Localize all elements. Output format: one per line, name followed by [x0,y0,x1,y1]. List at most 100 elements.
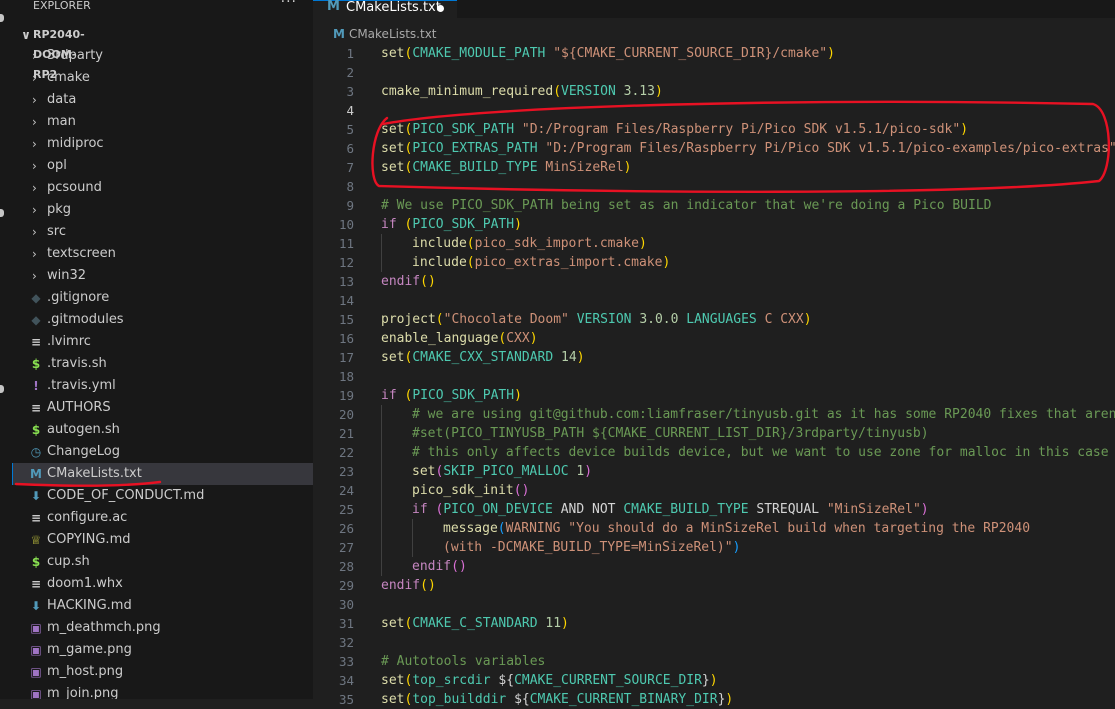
lines-icon: ≡ [30,335,42,349]
tree-file-item[interactable]: ♕ COPYING.md [12,529,313,551]
tree-file-item[interactable]: M CMakeLists.txt [12,463,313,485]
tree-folder-item[interactable]: › src [12,221,313,243]
tree-file-item[interactable]: $ .travis.sh [12,353,313,375]
code-text: #set(PICO_TINYUSB_PATH ${CMAKE_CURRENT_L… [412,424,929,443]
code-text: project("Chocolate Doom" VERSION 3.0.0 L… [381,310,812,329]
code-token: enable_language [381,331,499,346]
code-line: 27 (with -DCMAKE_BUILD_TYPE=MinSizeRel)") [313,538,1115,557]
code-token: ${ [514,692,530,707]
code-token: 3.13 [623,84,655,99]
code-text: if (PICO_SDK_PATH) [381,386,522,405]
line-number: 11 [338,236,354,251]
tree-file-item[interactable]: ≡ doom1.whx [12,573,313,595]
tree-item-label: cup.sh [47,554,90,569]
code-token: ) [639,236,647,251]
tree-file-item[interactable]: $ autogen.sh [12,419,313,441]
tree-file-item[interactable]: ≡ AUTHORS [12,397,313,419]
code-text: endif() [412,557,467,576]
chevron-right-icon: › [32,203,37,217]
lines-icon: ≡ [30,577,42,591]
code-token: "D:/Program Files/Raspberry Pi/Pico SDK … [545,141,1115,156]
code-text: set(PICO_EXTRAS_PATH "D:/Program Files/R… [381,139,1115,158]
tree-file-item[interactable]: ≡ configure.ac [12,507,313,529]
tree-item-label: AUTHORS [47,400,111,415]
code-token: ) [576,350,585,365]
code-line: 31 set(CMAKE_C_STANDARD 11) [313,614,1115,633]
line-number: 32 [338,635,354,650]
code-token: ) [514,217,522,232]
line-number: 35 [338,692,354,707]
tree-file-item[interactable]: ⬇ HACKING.md [12,595,313,617]
breadcrumb[interactable]: M CMakeLists.txt [333,25,437,43]
tree-folder-item[interactable]: › pkg [12,199,313,221]
code-token: ( [466,255,475,270]
line-number: 3 [346,84,354,99]
tree-folder-item[interactable]: › textscreen [12,243,313,265]
chevron-right-icon: › [32,93,37,107]
tree-file-item[interactable]: ◆ .gitignore [12,287,313,309]
code-token: pico_extras_import.cmake [474,255,663,270]
code-token: set [381,46,405,61]
code-token: set [381,692,405,707]
code-line: 19 if (PICO_SDK_PATH) [313,386,1115,405]
tree-file-item[interactable]: ◆ .gitmodules [12,309,313,331]
tree-folder-item[interactable]: › cmake [12,67,313,89]
tree-file-item[interactable]: ⬇ CODE_OF_CONDUCT.md [12,485,313,507]
tree-folder-item[interactable]: › pcsound [12,177,313,199]
image-icon: ▣ [30,621,42,635]
tree-folder-item[interactable]: › win32 [12,265,313,287]
code-line: 25 if (PICO_ON_DEVICE AND NOT CMAKE_BUILD… [313,500,1115,519]
code-editor[interactable]: 1 set(CMAKE_MODULE_PATH "${CMAKE_CURRENT_… [313,44,1115,709]
tree-item-label: cmake [47,70,90,85]
code-token: if [412,502,428,517]
indent-guide [381,253,382,272]
explorer-header: EXPLORER ··· [12,0,313,14]
code-token: set [412,464,436,479]
tree-file-item[interactable]: ! .travis.yml [12,375,313,397]
line-number: 16 [338,331,354,346]
tree-item-label: doom1.whx [47,576,123,591]
tree-folder-item[interactable]: › 3rdparty [12,45,313,67]
line-number: 20 [338,407,354,422]
tree-file-item[interactable]: $ cup.sh [12,551,313,573]
activity-indicator [0,385,4,393]
code-text: cmake_minimum_required(VERSION 3.13) [381,82,663,101]
code-line: 26 message(WARNING "You should do a MinSi… [313,519,1115,538]
unsaved-dot-icon[interactable] [437,5,444,12]
tree-file-item[interactable]: ◷ ChangeLog [12,441,313,463]
line-number: 31 [338,616,354,631]
code-token: ) [960,122,969,137]
explorer-sidebar: EXPLORER ··· ∨ RP2040-DOOM-RP2 › 3rdparty… [12,0,314,699]
code-token: endif [412,559,452,574]
code-line: 32 [313,633,1115,652]
breadcrumb-label: CMakeLists.txt [348,27,437,41]
code-line: 3 cmake_minimum_required(VERSION 3.13) [313,82,1115,101]
editor-tab[interactable]: M CMakeLists.txt [313,0,457,18]
code-text: # Autotools variables [381,652,545,671]
tree-folder-item[interactable]: › data [12,89,313,111]
line-number: 27 [338,540,354,555]
tree-file-item[interactable]: ▣ m_deathmch.png [12,617,313,639]
tree-file-item[interactable]: ▣ m_join.png [12,683,313,699]
tree-folder-item[interactable]: › opl [12,155,313,177]
tree-file-item[interactable]: ≡ .lvimrc [12,331,313,353]
code-token: set [381,350,405,365]
chevron-right-icon: › [32,115,37,129]
line-number: 14 [338,293,354,308]
tree-item-label: pkg [47,202,72,217]
tree-file-item[interactable]: ▣ m_host.png [12,661,313,683]
tree-folder-item[interactable]: › midiproc [12,133,313,155]
line-number: 15 [338,312,354,327]
more-actions-icon[interactable]: ··· [281,0,297,9]
shell-icon: $ [31,555,41,569]
code-text: include(pico_extras_import.cmake) [412,253,670,272]
line-number: 28 [338,559,354,574]
tree-file-item[interactable]: ▣ m_game.png [12,639,313,661]
code-line: 28 endif() [313,557,1115,576]
code-token: 11 [545,616,562,631]
code-token: pico_sdk_import.cmake [474,236,639,251]
code-line: 15 project("Chocolate Doom" VERSION 3.0.0… [313,310,1115,329]
tree-folder-item[interactable]: › man [12,111,313,133]
code-text: set(CMAKE_MODULE_PATH "${CMAKE_CURRENT_S… [381,44,835,63]
